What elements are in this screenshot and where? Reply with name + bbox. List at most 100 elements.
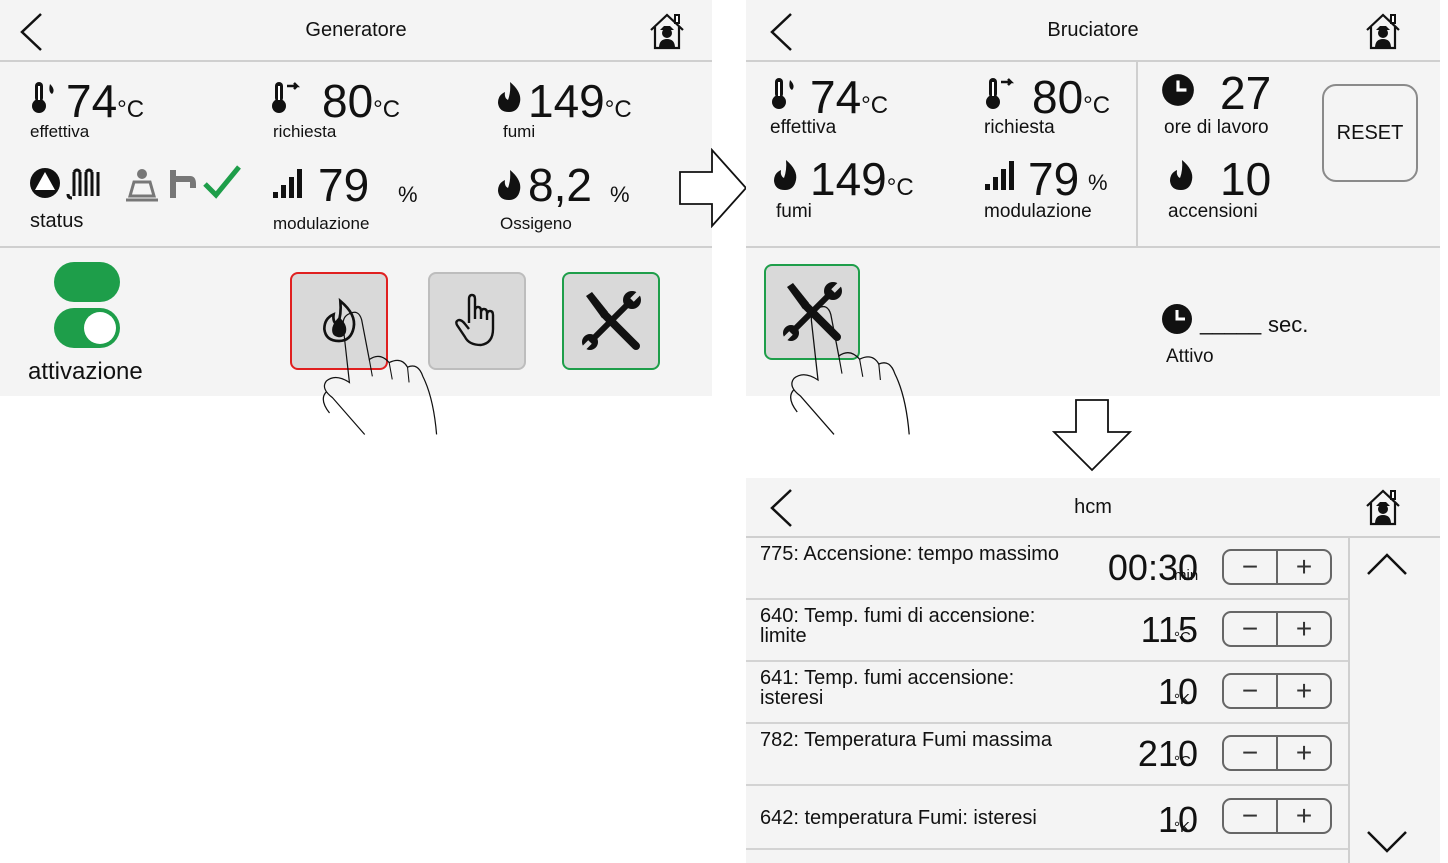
timer-unit: sec.	[1268, 312, 1309, 337]
richiesta-reading: 80°C	[322, 78, 400, 124]
page-title: Bruciatore	[1047, 18, 1139, 41]
modulazione-unit: %	[398, 182, 418, 207]
chevron-up-icon[interactable]	[1366, 552, 1408, 576]
increment-button[interactable]: +	[1276, 551, 1330, 583]
increment-button[interactable]: +	[1276, 737, 1330, 769]
fumi-label: fumi	[776, 201, 812, 222]
list-item: 641: Temp. fumi accensione: isteresi 10 …	[746, 662, 1348, 724]
thermometer-setpoint-icon	[984, 76, 1018, 110]
param-unit: °K	[1174, 819, 1191, 836]
param-name: 641: Temp. fumi accensione: isteresi	[760, 667, 1015, 709]
arrow-right-icon	[679, 148, 748, 228]
check-icon	[203, 165, 241, 199]
toggle-icon[interactable]	[54, 308, 120, 348]
fumi-value: 149	[528, 75, 605, 127]
param-unit: °K	[1174, 691, 1191, 708]
richiesta-value: 80	[322, 75, 374, 127]
param-unit: °C	[1174, 753, 1191, 770]
signal-bars-icon	[984, 160, 1018, 192]
settings-button[interactable]	[562, 272, 660, 370]
param-name: 640: Temp. fumi di accensione: limite	[760, 605, 1036, 647]
back-arrow-icon[interactable]	[768, 12, 794, 52]
richiesta-label: richiesta	[984, 117, 1055, 138]
fumi-label: fumi	[503, 122, 536, 141]
attivazione-label: attivazione	[28, 358, 143, 385]
fumi-unit: °C	[604, 96, 632, 123]
manual-button[interactable]	[428, 272, 526, 370]
ossigeno-label: Ossigeno	[500, 214, 572, 233]
home-icon[interactable]	[648, 12, 686, 50]
attivo-label: Attivo	[1166, 346, 1214, 367]
parameter-list: 775: Accensione: tempo massimo 00:30 min…	[746, 538, 1348, 863]
param-stepper: − +	[1222, 549, 1332, 585]
reset-button[interactable]: RESET	[1322, 84, 1418, 182]
flame-icon	[1166, 158, 1196, 192]
list-item: 640: Temp. fumi di accensione: limite 11…	[746, 600, 1348, 662]
radiator-icon	[66, 168, 100, 200]
decrement-button[interactable]: −	[1224, 551, 1276, 583]
list-item: 642: temperatura Fumi: isteresi 10 °K − +	[746, 786, 1348, 850]
clock-icon	[1160, 302, 1194, 336]
back-arrow-icon[interactable]	[768, 488, 794, 528]
ore-value: 27	[1220, 67, 1272, 119]
hand-manual-icon	[455, 293, 495, 347]
param-name: 775: Accensione: tempo massimo	[760, 543, 1060, 565]
thermometer-setpoint-icon	[270, 80, 304, 114]
page-title: hcm	[1074, 495, 1112, 518]
back-arrow-icon[interactable]	[18, 12, 44, 52]
modulazione-unit: %	[1088, 170, 1108, 195]
param-name: 782: Temperatura Fumi massima	[760, 729, 1052, 751]
increment-button[interactable]: +	[1276, 800, 1330, 832]
modulazione-value: 79	[1028, 153, 1080, 205]
settings-button[interactable]	[764, 264, 860, 360]
modulazione-label: modulazione	[273, 214, 370, 233]
increment-button[interactable]: +	[1276, 613, 1330, 645]
richiesta-label: richiesta	[273, 122, 337, 141]
list-item: 782: Temperatura Fumi massima 210 °C − +	[746, 724, 1348, 786]
thermometer-icon	[770, 76, 800, 110]
accensioni-value: 10	[1220, 153, 1272, 205]
param-unit: min	[1174, 567, 1199, 584]
decrement-button[interactable]: −	[1224, 613, 1276, 645]
burner-button[interactable]	[290, 272, 388, 370]
decrement-button[interactable]: −	[1224, 800, 1276, 832]
burner-flame-icon	[322, 297, 356, 343]
home-icon[interactable]	[1364, 488, 1402, 526]
chevron-down-icon[interactable]	[1366, 830, 1408, 854]
decrement-button[interactable]: −	[1224, 737, 1276, 769]
hcm-title-bar: hcm	[746, 478, 1440, 538]
timer-input[interactable]: _____	[1200, 310, 1261, 336]
param-unit: °C	[1174, 629, 1191, 646]
ore-label: ore di lavoro	[1164, 117, 1269, 138]
flame-icon	[494, 80, 524, 114]
effettiva-value: 74	[66, 75, 118, 127]
hcm-screen: hcm 775: Accensione: tempo massimo 00:30…	[746, 478, 1440, 863]
signal-bars-icon	[272, 168, 306, 200]
decrement-button[interactable]: −	[1224, 675, 1276, 707]
thermometer-icon	[30, 80, 60, 114]
chimney-sweep-icon	[126, 169, 158, 202]
ossigeno-value: 8,2	[528, 159, 592, 211]
param-stepper: − +	[1222, 735, 1332, 771]
param-stepper: − +	[1222, 611, 1332, 647]
toggle-top[interactable]	[54, 262, 120, 302]
bruciatore-title-bar: Bruciatore	[746, 0, 1440, 62]
effettiva-label: effettiva	[770, 117, 837, 138]
tools-icon	[781, 281, 843, 343]
status-label: status	[30, 210, 84, 232]
effettiva-unit: °C	[861, 92, 889, 119]
ossigeno-unit: %	[610, 182, 630, 207]
arrow-down-icon	[1052, 399, 1132, 472]
generatore-title-bar: Generatore	[0, 0, 712, 62]
tools-icon	[580, 290, 642, 352]
list-item: 775: Accensione: tempo massimo 00:30 min…	[746, 538, 1348, 600]
richiesta-reading: 80°C	[1032, 74, 1110, 120]
modulazione-label: modulazione	[984, 201, 1092, 222]
accensioni-label: accensioni	[1168, 201, 1258, 222]
effettiva-label: effettiva	[30, 122, 90, 141]
home-icon[interactable]	[1364, 12, 1402, 50]
effettiva-reading: 74°C	[66, 78, 144, 124]
increment-button[interactable]: +	[1276, 675, 1330, 707]
page-title: Generatore	[305, 18, 407, 41]
effettiva-reading: 74°C	[810, 74, 888, 120]
